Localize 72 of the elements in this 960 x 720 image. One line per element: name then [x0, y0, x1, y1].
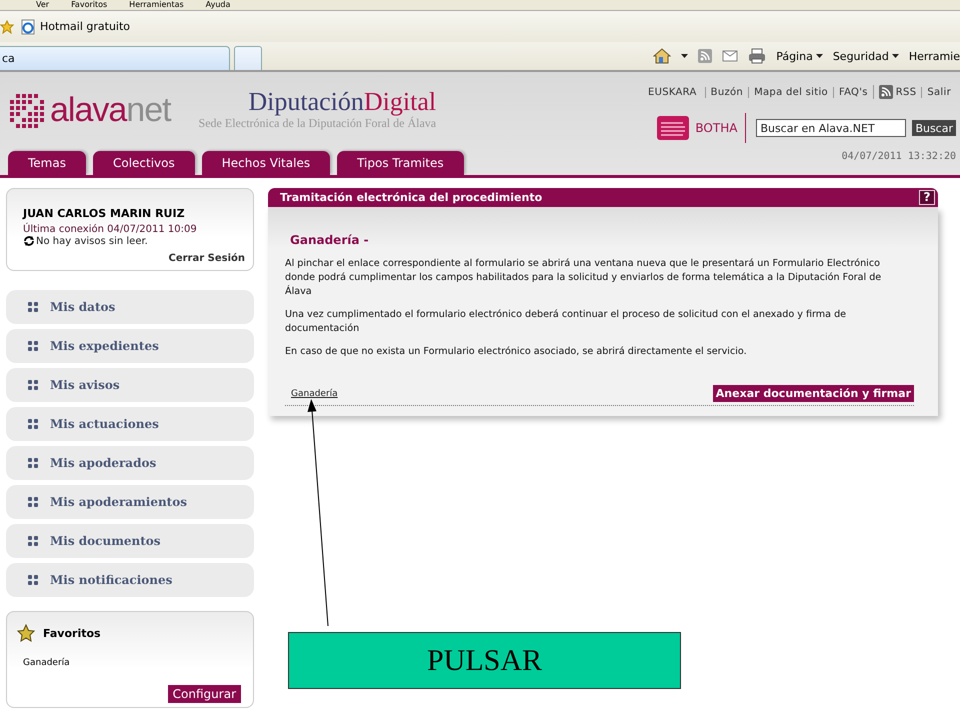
header-link[interactable]: EUSKARA	[648, 86, 697, 98]
header-link[interactable]: Mapa del sitio	[754, 86, 828, 98]
sidebar-item[interactable]: Mis notificaciones	[6, 563, 254, 597]
sidebar-item[interactable]: Mis expedientes	[6, 329, 254, 363]
header-link[interactable]: RSS	[896, 86, 916, 98]
grid-icon	[28, 341, 38, 351]
star-icon	[17, 624, 35, 642]
grid-icon	[28, 497, 38, 507]
search-field[interactable]: Buscar en Alava.NET	[756, 119, 906, 137]
date-time: 04/07/2011 13:32:20	[842, 151, 956, 162]
nav-tab[interactable]: Hechos Vitales	[202, 151, 330, 175]
sidebar-item[interactable]: Mis apoderados	[6, 446, 254, 480]
header-link[interactable]: Buzón	[710, 86, 744, 98]
menu-item[interactable]: Ver	[36, 0, 50, 10]
stacked-pages-icon	[657, 116, 690, 140]
new-tab-button[interactable]	[234, 46, 262, 70]
notices-text: No hay avisos sin leer.	[36, 236, 148, 246]
grid-icon	[28, 380, 38, 390]
site-subtitle: Sede Electrónica de la Diputación Foral de Álava	[198, 116, 436, 131]
configure-button[interactable]: Configurar	[168, 685, 241, 703]
sidebar-item[interactable]: Mis avisos	[6, 368, 254, 402]
rss-icon	[878, 85, 893, 99]
sidebar-item[interactable]: Mis documentos	[6, 524, 254, 558]
favorites-title: Favoritos	[43, 626, 101, 640]
paragraph: Una vez cumplimentado el formulario electrónico deberá continuar el proceso de solicitud con el anexado y firma de documentación	[285, 308, 848, 336]
user-name: JUAN CARLOS MARIN RUIZ	[23, 207, 186, 220]
menu-item[interactable]: Ayuda	[206, 0, 230, 10]
logout-link[interactable]: Cerrar Sesión	[23, 253, 245, 264]
sidebar-item[interactable]: Mis actuaciones	[6, 407, 254, 441]
help-button[interactable]: ?	[919, 190, 935, 205]
home-icon	[653, 48, 672, 64]
toolbar-menu[interactable]: Herramie	[908, 50, 960, 62]
caret-icon	[681, 54, 688, 58]
nav-tab[interactable]: Tipos Tramites	[337, 151, 464, 175]
sidebar-item[interactable]: Mis apoderamientos	[6, 485, 254, 519]
caret-icon	[816, 54, 823, 58]
mail-icon	[722, 50, 738, 62]
browser-tab[interactable]: ca	[0, 46, 230, 70]
header-link[interactable]: Salir	[927, 86, 951, 98]
refresh-icon	[23, 235, 35, 247]
diputacion-digital-title: DiputaciónDigital	[248, 88, 436, 116]
header-link[interactable]: FAQ's	[838, 86, 868, 98]
panel-title: Tramitación electrónica del procedimiento	[280, 191, 542, 204]
grid-icon	[28, 458, 38, 468]
callout-label: PULSAR	[288, 632, 681, 689]
star-icon	[0, 20, 14, 34]
last-connection: Última conexión 04/07/2011 10:09	[23, 224, 198, 235]
menu-item[interactable]: Favoritos	[71, 0, 108, 10]
paragraph: Al pinchar el enlace correspondiente al formulario se abrirá una ventana nueva que le presentará un Formulario Electrónico donde podrá cumplimentar los campos habilitados para la solicitud y enviarlos de forma telemática a la Diputación Foral de Álava	[285, 257, 882, 299]
caret-icon	[892, 54, 899, 58]
procedure-heading: Ganadería -	[290, 233, 370, 247]
favorite-link[interactable]: Hotmail gratuito	[20, 18, 130, 34]
form-link[interactable]: Ganadería	[291, 388, 338, 398]
favorite-item[interactable]: Ganadería	[23, 658, 241, 668]
toolbar-menu[interactable]: Página	[776, 50, 813, 62]
grid-icon	[28, 536, 38, 546]
botha-link[interactable]: BOTHA	[695, 113, 746, 143]
paragraph: En caso de que no exista un Formulario electrónico asociado, se abrirá directamente el servicio.	[285, 345, 748, 359]
sidebar-item[interactable]: Mis datos	[6, 290, 254, 324]
grid-icon	[28, 302, 38, 312]
browser-page-icon	[20, 18, 36, 34]
grid-icon	[28, 575, 38, 585]
nav-tab[interactable]: Temas	[8, 151, 86, 175]
alavanet-logo: alavanet	[6, 90, 171, 130]
toolbar-menu[interactable]: Seguridad	[832, 50, 889, 62]
grid-icon	[28, 419, 38, 429]
rss-icon	[698, 49, 712, 63]
nav-tab[interactable]: Colectivos	[92, 151, 195, 175]
printer-icon	[748, 48, 766, 64]
search-button[interactable]: Buscar	[912, 120, 956, 136]
attach-sign-button[interactable]: Anexar documentación y firmar	[712, 385, 914, 402]
menu-item[interactable]: Herramientas	[129, 0, 184, 10]
